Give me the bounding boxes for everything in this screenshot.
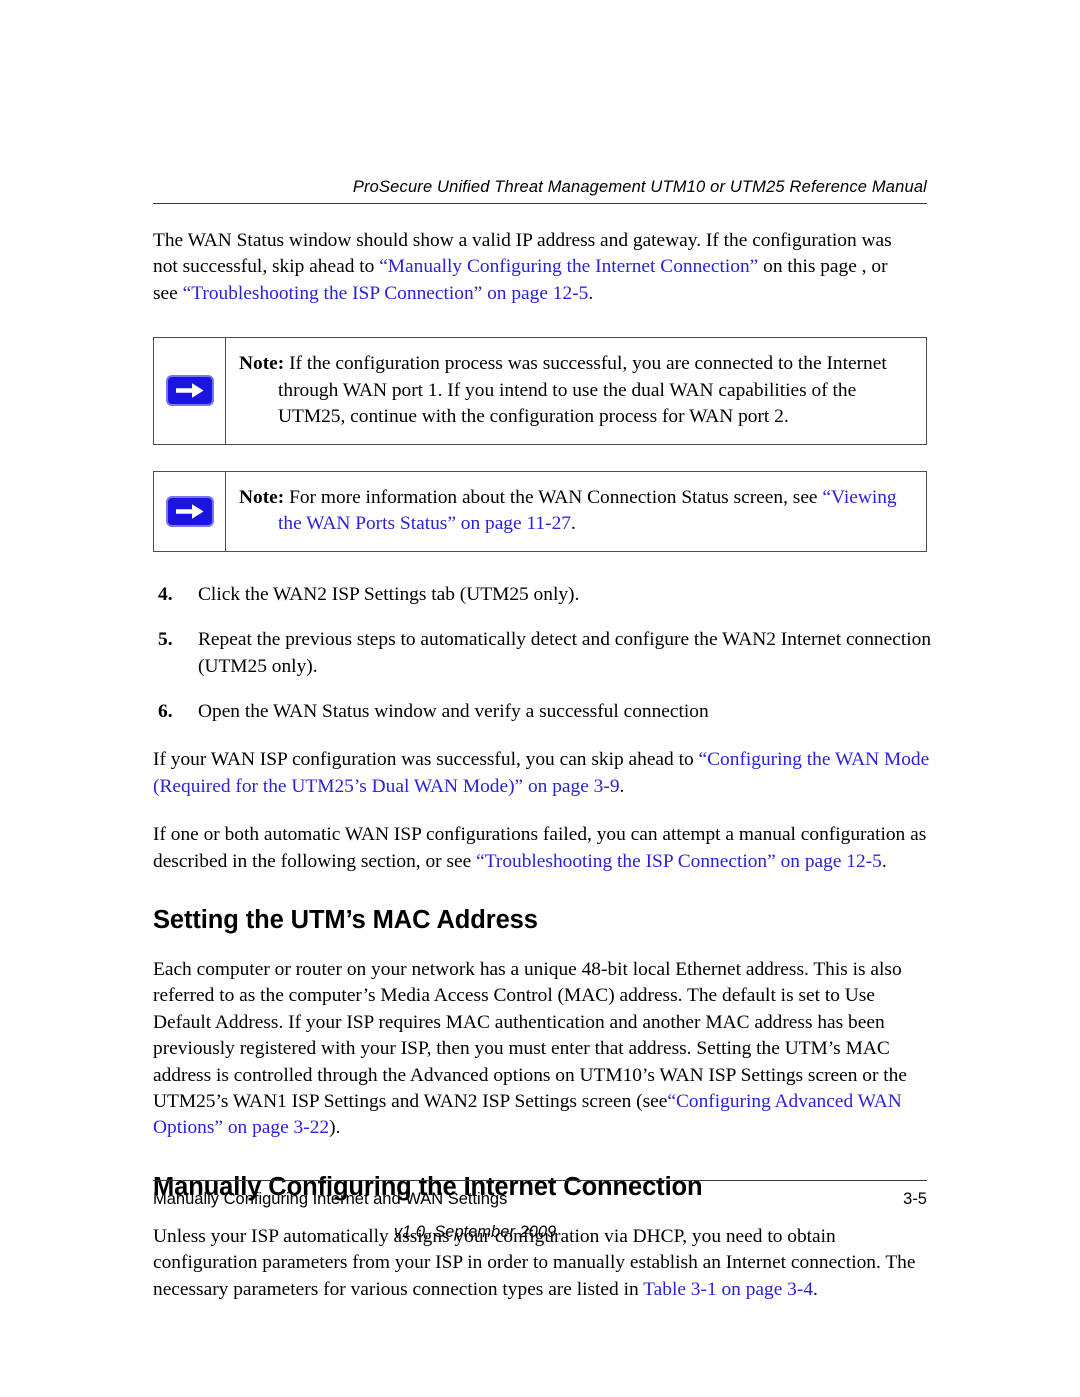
manual-text-2: . <box>813 1278 818 1300</box>
list-item: 6. Open the WAN Status window and verify … <box>153 699 933 725</box>
right-arrow-icon <box>165 495 214 527</box>
note-body: Note: If the configuration process was s… <box>226 338 926 444</box>
paragraph-config-failed: If one or both automatic WAN ISP configu… <box>153 822 933 875</box>
footer-divider <box>153 1180 927 1181</box>
xref-table-3-1[interactable]: Table 3-1 on page 3-4 <box>643 1279 813 1300</box>
running-header: ProSecure Unified Threat Management UTM1… <box>153 178 927 204</box>
xref-manually-configuring-internet-connection[interactable]: “Manually Configuring the Internet Conne… <box>379 256 758 277</box>
footer-chapter-title: Manually Configuring Internet and WAN Se… <box>153 1190 508 1208</box>
mac-text-1: Each computer or router on your network … <box>153 958 907 1112</box>
xref-troubleshooting-isp-connection[interactable]: “Troubleshooting the ISP Connection” on … <box>183 283 589 304</box>
paragraph-config-success: If your WAN ISP configuration was succes… <box>153 747 933 800</box>
note-box-wan-port: Note: If the configuration process was s… <box>153 337 927 445</box>
running-header-title: ProSecure Unified Threat Management UTM1… <box>352 178 927 196</box>
step-text: Click the WAN2 ISP Settings tab (UTM25 o… <box>198 583 580 605</box>
xref-troubleshooting-isp-connection-2[interactable]: “Troubleshooting the ISP Connection” on … <box>476 851 882 872</box>
footer-page-number: 3-5 <box>903 1190 927 1208</box>
intro-paragraph: The WAN Status window should show a vali… <box>153 228 915 307</box>
page-title-mac-address: Setting the UTM’s MAC Address <box>153 905 538 934</box>
document-page: ProSecure Unified Threat Management UTM1… <box>0 0 1080 1397</box>
success-text-1: If your WAN ISP configuration was succes… <box>153 749 699 771</box>
note-text: If the configuration process was success… <box>278 353 887 428</box>
note-label: Note: <box>239 486 285 508</box>
step-number: 6. <box>158 700 173 722</box>
header-divider <box>153 203 927 204</box>
note-icon-cell <box>154 338 226 444</box>
note-icon-cell <box>154 471 226 551</box>
note-text-after: . <box>570 513 576 535</box>
mac-text-2: ). <box>329 1117 341 1139</box>
page-footer: Manually Configuring Internet and WAN Se… <box>153 1180 927 1242</box>
note-paragraph: Note: For more information about the WAN… <box>239 485 916 538</box>
list-item: 5. Repeat the previous steps to automatic… <box>153 627 933 680</box>
step-number: 4. <box>158 583 173 605</box>
list-item: 4. Click the WAN2 ISP Settings tab (UTM25… <box>153 582 933 608</box>
footer-row: Manually Configuring Internet and WAN Se… <box>153 1190 927 1209</box>
note-label: Note: <box>239 353 285 375</box>
step-text: Repeat the previous steps to automatical… <box>198 629 932 677</box>
intro-text-3: . <box>588 282 594 304</box>
footer-version: v1.0, September 2009 <box>393 1223 557 1241</box>
right-arrow-icon <box>165 375 214 407</box>
note-box-wan-ports-status: Note: For more information about the WAN… <box>153 470 927 552</box>
note-body: Note: For more information about the WAN… <box>226 472 926 551</box>
paragraph-mac-address: Each computer or router on your network … <box>153 957 933 1142</box>
note-text-before: For more information about the WAN Conne… <box>284 486 823 508</box>
success-text-2: . <box>619 775 625 797</box>
page-content: The WAN Status window should show a vali… <box>153 228 933 1303</box>
step-list: 4. Click the WAN2 ISP Settings tab (UTM25… <box>153 582 933 726</box>
failed-text-2: . <box>881 850 887 872</box>
note-paragraph: Note: If the configuration process was s… <box>239 351 916 431</box>
step-text: Open the WAN Status window and verify a … <box>198 700 709 722</box>
step-number: 5. <box>158 629 173 651</box>
